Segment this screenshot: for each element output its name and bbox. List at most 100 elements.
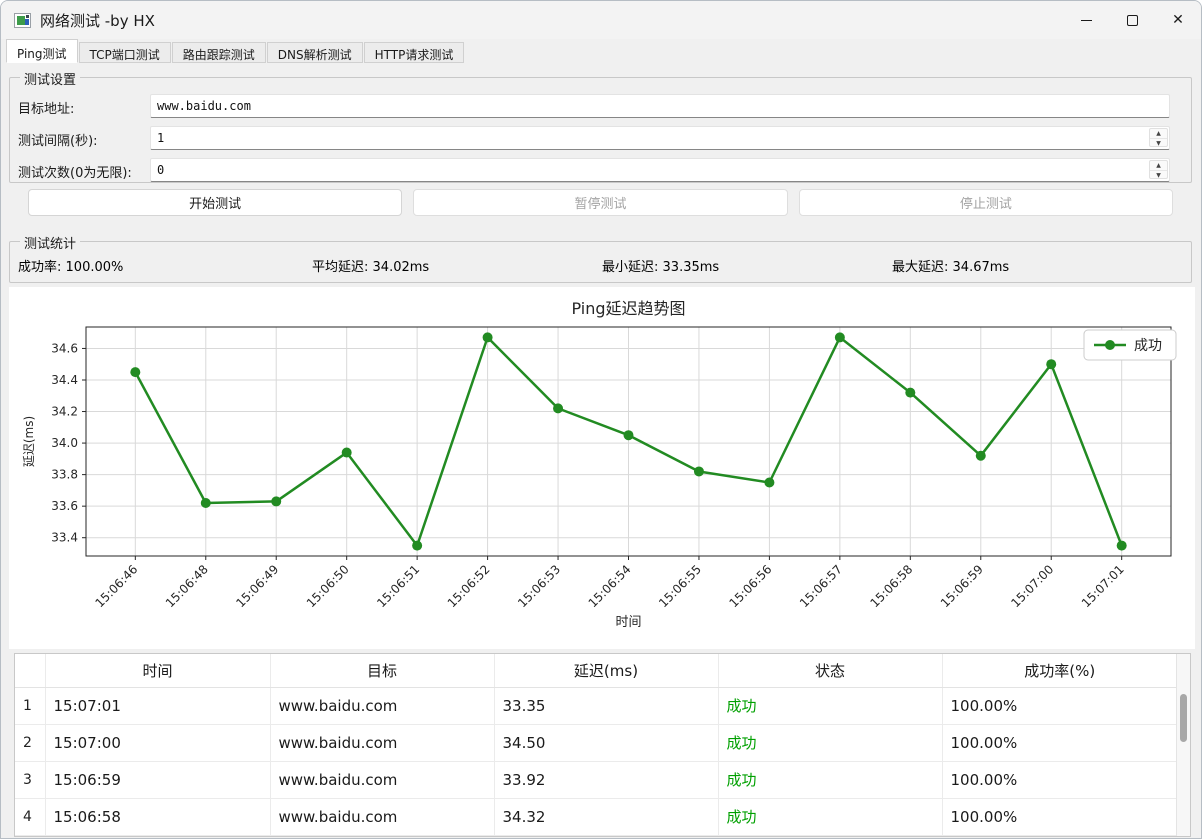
svg-text:15:06:46: 15:06:46 [92,562,140,610]
count-row: 测试次数(0为无限): ▲ ▼ [18,158,1170,182]
cell-rate: 100.00% [942,798,1177,836]
success-rate-stat: 成功率: 100.00% [18,260,124,275]
close-button[interactable]: ✕ [1155,1,1201,39]
cell-delay: 34.50 [494,724,719,762]
close-icon: ✕ [1172,12,1184,28]
table-header-row: 时间 目标 延迟(ms) 状态 成功率(%) [15,654,1177,688]
titlebar: 网络测试 -by HX ✕ [1,1,1201,39]
svg-text:34.4: 34.4 [51,373,78,387]
table-row[interactable]: 4 15:06:58 www.baidu.com 34.32 成功 100.00… [15,798,1177,836]
svg-text:15:06:50: 15:06:50 [304,562,352,610]
cell-time: 15:07:01 [45,687,271,725]
results-table: 时间 目标 延迟(ms) 状态 成功率(%) 1 15:07:01 www.ba… [15,654,1177,836]
cell-status: 成功 [718,687,943,725]
cell-target: www.baidu.com [270,724,495,762]
cell-rate: 100.00% [942,724,1177,762]
interval-row: 测试间隔(秒): ▲ ▼ [18,126,1170,150]
count-label: 测试次数(0为无限): [18,166,132,181]
count-spin-buttons: ▲ ▼ [1149,160,1168,179]
cell-target: www.baidu.com [270,687,495,725]
avg-latency-stat: 平均延迟: 34.02ms [312,260,430,275]
svg-text:15:06:58: 15:06:58 [867,562,915,610]
interval-spin-down-icon[interactable]: ▼ [1150,138,1167,148]
tab-dns-test[interactable]: DNS解析测试 [266,42,363,63]
table-scrollbar-thumb[interactable] [1180,694,1187,742]
cell-time: 15:06:58 [45,798,271,836]
header-rate[interactable]: 成功率(%) [942,654,1177,688]
header-delay[interactable]: 延迟(ms) [494,654,719,688]
interval-spin-up-icon[interactable]: ▲ [1150,129,1167,138]
interval-spinbox-input[interactable] [150,126,1170,150]
svg-text:时间: 时间 [615,615,641,630]
stats-groupbox: 测试统计 成功率: 100.00% 平均延迟: 34.02ms 最小延迟: 33… [9,233,1192,283]
count-spin-up-icon[interactable]: ▲ [1150,161,1167,170]
maximize-button[interactable] [1109,1,1155,39]
header-time[interactable]: 时间 [45,654,271,688]
cell-status: 成功 [718,724,943,762]
table-row[interactable]: 1 15:07:01 www.baidu.com 33.35 成功 100.00… [15,687,1177,725]
min-latency-stat: 最小延迟: 33.35ms [602,260,720,275]
minimize-button[interactable] [1063,1,1109,39]
cell-target: www.baidu.com [270,761,495,799]
svg-text:Ping延迟趋势图: Ping延迟趋势图 [571,299,685,318]
cell-status: 成功 [718,798,943,836]
ping-latency-chart-panel: 33.4 33.6 33.8 34.0 34.2 34.4 34.6 15:06:46 15:0… [9,287,1195,649]
window-title: 网络测试 -by HX [40,11,155,30]
cell-status: 成功 [718,761,943,799]
cell-delay: 33.35 [494,687,719,725]
interval-label: 测试间隔(秒): [18,134,98,149]
row-number: 4 [15,798,46,836]
svg-text:33.6: 33.6 [51,499,78,513]
cell-time: 15:06:59 [45,761,271,799]
results-table-panel: 时间 目标 延迟(ms) 状态 成功率(%) 1 15:07:01 www.ba… [14,653,1191,837]
count-spin-down-icon[interactable]: ▼ [1150,170,1167,180]
svg-text:15:06:49: 15:06:49 [233,562,281,610]
stop-test-button[interactable]: 停止测试 [798,189,1173,216]
cell-delay: 33.92 [494,761,719,799]
svg-text:15:06:55: 15:06:55 [656,562,704,610]
cell-delay: 34.32 [494,798,719,836]
settings-groupbox: 测试设置 目标地址: 测试间隔(秒): ▲ ▼ 测试次数(0为无限): ▲ ▼ [9,69,1192,183]
table-row[interactable]: 2 15:07:00 www.baidu.com 34.50 成功 100.00… [15,724,1177,762]
svg-text:15:06:51: 15:06:51 [374,562,422,610]
start-test-button[interactable]: 开始测试 [28,189,403,216]
svg-text:15:06:53: 15:06:53 [515,562,563,610]
target-address-input[interactable] [150,94,1170,118]
ping-latency-chart: 33.4 33.6 33.8 34.0 34.2 34.4 34.6 15:06:46 15:0… [22,299,1177,630]
table-scrollbar[interactable] [1176,654,1190,836]
tab-traceroute-test[interactable]: 路由跟踪测试 [171,42,266,63]
row-number: 2 [15,724,46,762]
cell-time: 15:07:00 [45,724,271,762]
minimize-icon [1080,19,1092,21]
svg-text:15:06:56: 15:06:56 [727,562,775,610]
svg-text:15:06:52: 15:06:52 [445,562,493,610]
svg-text:成功: 成功 [1134,338,1162,354]
row-number: 1 [15,687,46,725]
maximize-icon [1126,14,1138,26]
cell-rate: 100.00% [942,687,1177,725]
table-row[interactable]: 3 15:06:59 www.baidu.com 33.92 成功 100.00… [15,761,1177,799]
target-address-label: 目标地址: [18,102,75,117]
tab-bar: Ping测试 TCP端口测试 路由跟踪测试 DNS解析测试 HTTP请求测试 [6,39,465,63]
svg-text:33.4: 33.4 [51,531,78,545]
window-controls: ✕ [1063,1,1201,39]
app-icon [14,12,31,28]
svg-text:34.0: 34.0 [51,436,78,450]
tab-http-test[interactable]: HTTP请求测试 [363,42,465,63]
svg-text:34.6: 34.6 [51,341,78,355]
target-address-row: 目标地址: [18,94,1170,118]
svg-text:15:06:54: 15:06:54 [586,562,634,610]
max-latency-stat: 最大延迟: 34.67ms [892,260,1010,275]
header-rownum [15,654,46,688]
tab-ping-test[interactable]: Ping测试 [6,39,78,63]
header-target[interactable]: 目标 [270,654,495,688]
tab-tcp-port-test[interactable]: TCP端口测试 [78,42,171,63]
svg-text:15:06:48: 15:06:48 [163,562,211,610]
count-spinbox-input[interactable] [150,158,1170,182]
svg-text:33.8: 33.8 [51,468,78,482]
header-status[interactable]: 状态 [718,654,943,688]
svg-text:15:06:57: 15:06:57 [797,562,845,610]
interval-spin-buttons: ▲ ▼ [1149,128,1168,147]
app-window: 网络测试 -by HX ✕ Ping测试 TCP端口测试 路由跟踪测试 DNS解… [0,0,1202,839]
pause-test-button[interactable]: 暂停测试 [413,189,788,216]
